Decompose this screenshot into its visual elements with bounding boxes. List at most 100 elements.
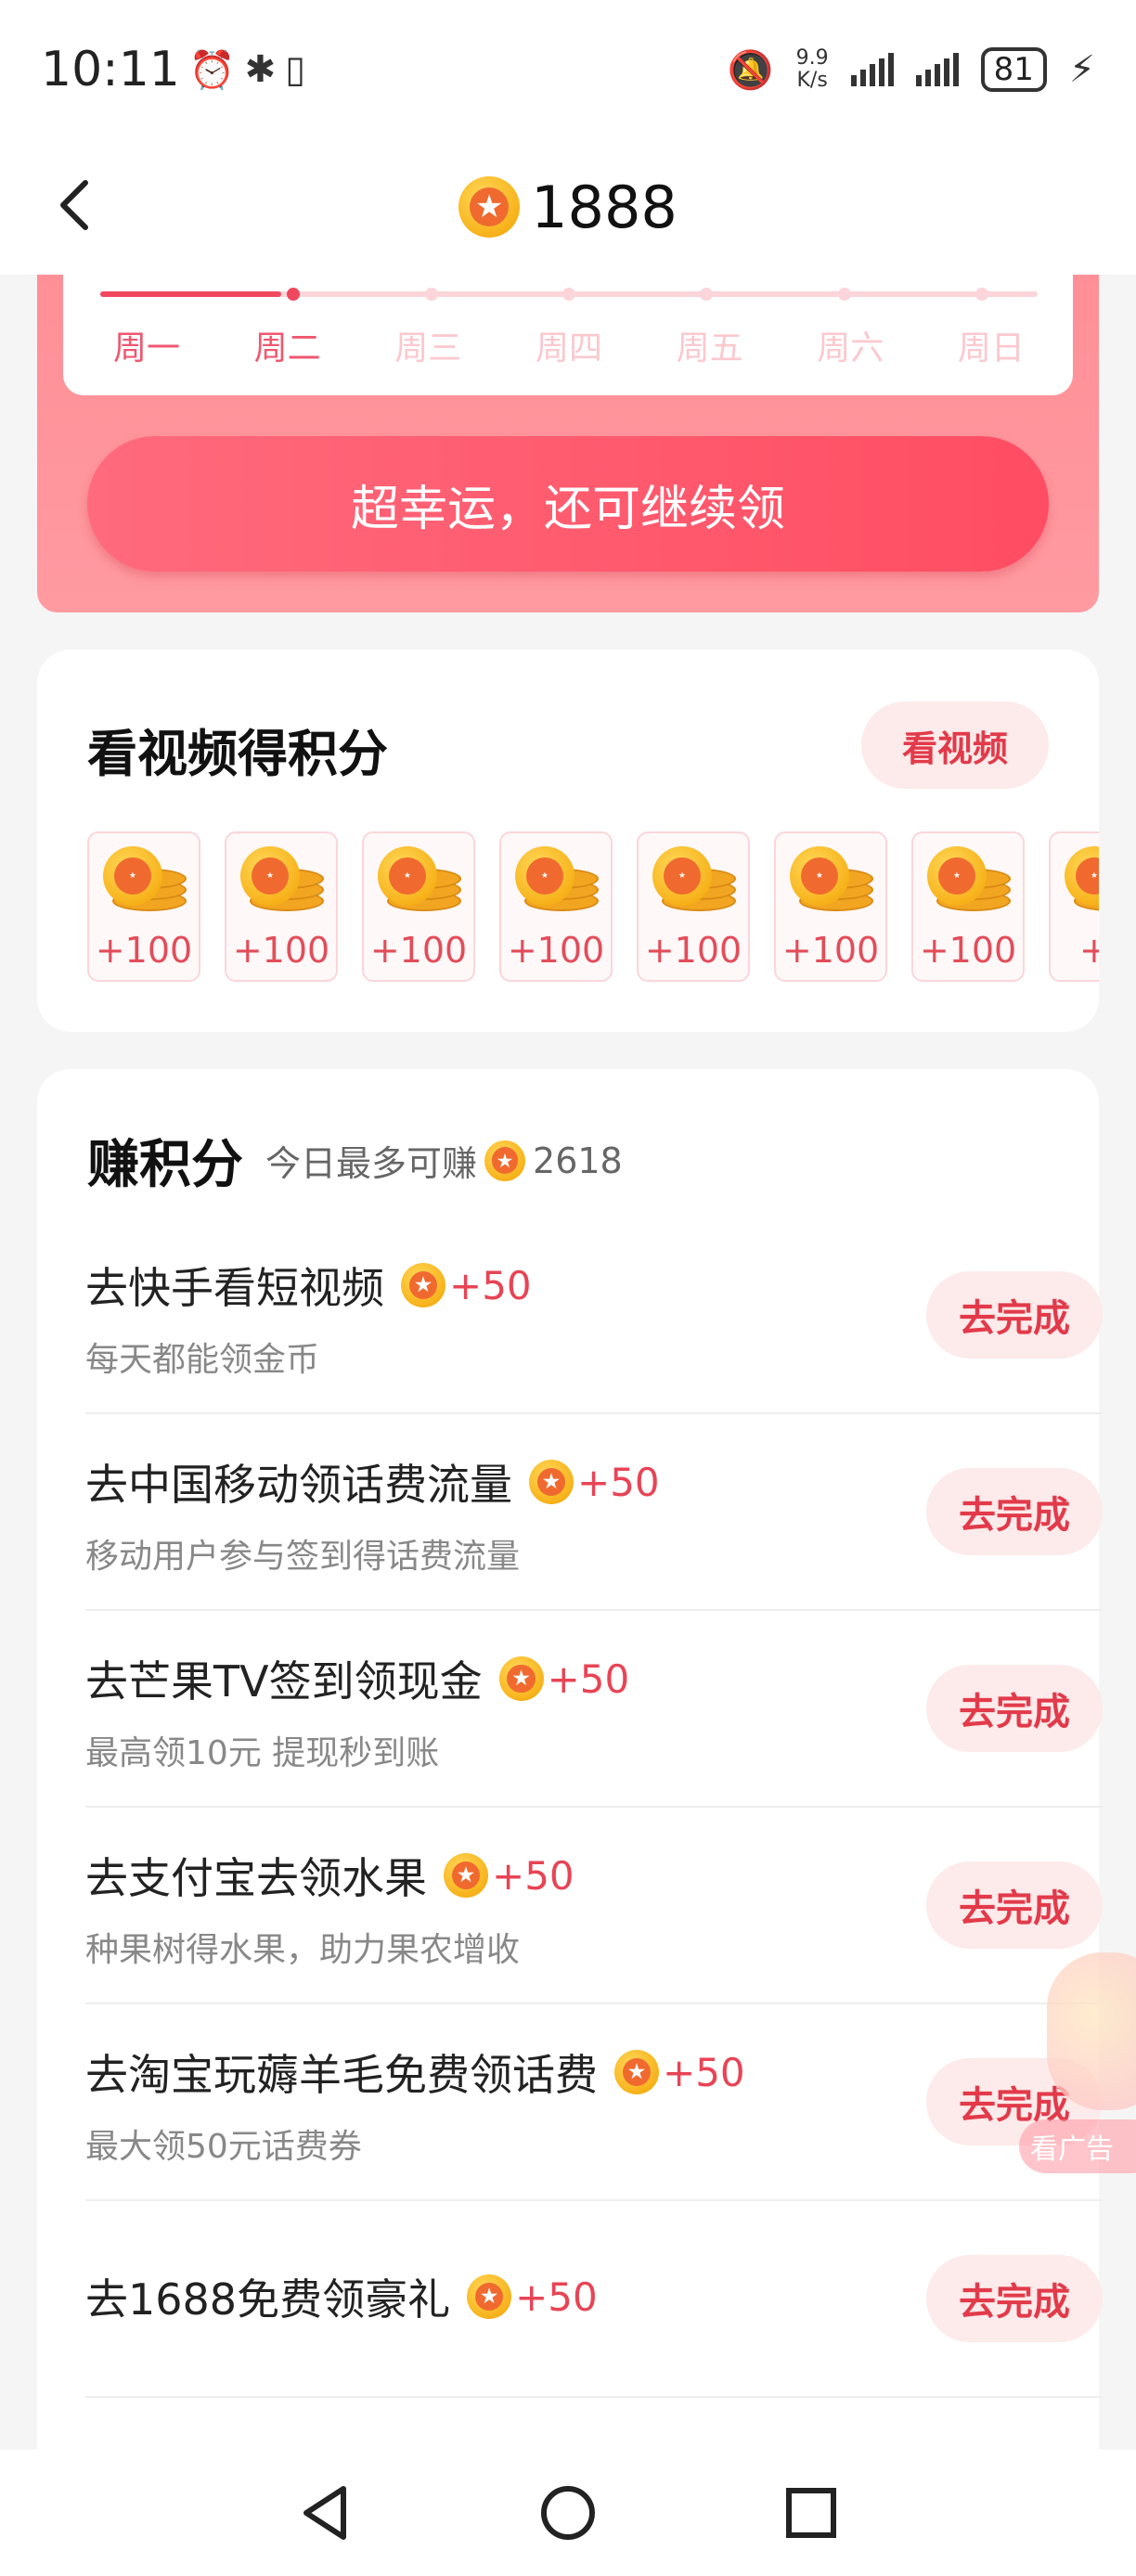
coin-balance-value: 1888: [531, 173, 678, 241]
task-title: 去快手看短视频: [85, 1263, 384, 1313]
reward-tile: +100: [362, 831, 475, 982]
signin-card: 周一 周二 周三 周四 周五 周六 周日 超幸运，还可继续领: [37, 275, 1099, 612]
battery-level: 81: [993, 51, 1034, 88]
nav-back-button[interactable]: [292, 2480, 357, 2545]
task-bonus-value: +50: [663, 2049, 745, 2095]
back-button[interactable]: [56, 173, 111, 238]
coin-stack-icon: [1061, 846, 1099, 913]
signal-icon: [850, 53, 894, 86]
reward-tile: +100: [774, 831, 887, 982]
reward-amount: +1: [1078, 930, 1099, 971]
coin-stack-icon: [786, 846, 875, 913]
earn-max-points: 2618: [533, 1140, 623, 1181]
circle-home-icon: [541, 2486, 595, 2540]
task-title: 去支付宝去领水果: [85, 1853, 427, 1903]
video-title: 看视频得积分: [87, 725, 388, 783]
week-dot: [975, 288, 988, 301]
net-speed-unit: K/s: [796, 69, 828, 92]
task-bonus: +50: [444, 1853, 574, 1899]
task-row: 去芒果TV签到领现金 +50 最高领10元 提现秒到账 去完成: [85, 1611, 1103, 1808]
task-bonus: +50: [498, 1656, 629, 1702]
coin-stack-icon: [99, 846, 188, 913]
task-desc: 最高领10元 提现秒到账: [85, 1734, 440, 1772]
floating-ad-badge[interactable]: 看广告: [1019, 1952, 1136, 2184]
week-progress: 周一 周二 周三 周四 周五 周六 周日: [63, 275, 1073, 395]
coin-icon: [652, 846, 712, 906]
task-complete-button[interactable]: 去完成: [926, 1271, 1103, 1359]
chevron-left-icon: [60, 180, 88, 230]
watch-video-button[interactable]: 看视频: [861, 702, 1049, 789]
task-title: 去中国移动领话费流量: [85, 1460, 512, 1510]
task-complete-button[interactable]: 去完成: [926, 1861, 1103, 1949]
task-bonus-value: +50: [577, 1459, 660, 1505]
week-day-label: 周五: [676, 329, 743, 367]
task-title-row: 去快手看短视频 +50: [85, 1255, 532, 1316]
week-dot: [562, 288, 575, 301]
coin-stack-icon: [374, 846, 463, 913]
earn-card: 赚积分 今日最多可赚 2618 去快手看短视频+50每天都能领金币去完成去中国移…: [37, 1069, 1103, 2576]
reward-tile: +100: [637, 831, 750, 982]
task-row: 去快手看短视频 +50 每天都能领金币 去完成: [85, 1217, 1103, 1414]
coin-icon: [458, 176, 521, 238]
task-bonus-value: +50: [449, 1262, 532, 1308]
coin-balance: 1888: [458, 174, 678, 241]
coin-icon: [401, 1263, 445, 1307]
earn-header: 赚积分 今日最多可赚 2618: [87, 1123, 623, 1198]
week-dot: [700, 288, 714, 301]
battery-icon: 81: [980, 47, 1047, 92]
signal-icon-2: [915, 53, 959, 86]
nav-home-button[interactable]: [536, 2480, 600, 2545]
reward-amount: +100: [919, 930, 1017, 971]
reward-tile: +100: [911, 831, 1025, 982]
charging-icon: ⚡: [1068, 48, 1095, 91]
continue-claim-button[interactable]: 超幸运，还可继续领: [87, 436, 1049, 572]
reward-tile: +1: [1049, 831, 1099, 982]
task-desc: 种果树得水果，助力果农增收: [85, 1931, 521, 1969]
reward-amount: +100: [781, 930, 880, 971]
task-title: 去芒果TV签到领现金: [85, 1656, 483, 1707]
week-day-label: 周六: [817, 329, 884, 367]
week-day-label: 周一: [112, 329, 180, 367]
week-dot: [837, 288, 851, 301]
nav-recents-button[interactable]: [779, 2480, 844, 2545]
week-day-label: 周三: [394, 329, 462, 367]
earn-subtitle-text: 今日最多可赚: [265, 1143, 478, 1184]
task-title-row: 去1688免费领豪礼 +50: [85, 2266, 598, 2327]
header: 1888: [0, 139, 1136, 275]
video-card: 看视频得积分 看视频 +100+100+100+100+100+100+100+…: [37, 650, 1099, 1032]
reward-amount: +100: [369, 930, 468, 971]
task-row: 去淘宝玩薅羊毛免费领话费+50最大领50元话费券去完成: [85, 2004, 1103, 2201]
coin-icon: [529, 1460, 574, 1504]
week-dot: [424, 288, 438, 301]
task-title-row: 去中国移动领话费流量 +50: [85, 1451, 660, 1513]
coin-icon: [790, 846, 849, 906]
task-complete-button[interactable]: 去完成: [926, 1468, 1103, 1555]
earn-title: 赚积分: [87, 1135, 243, 1195]
task-desc: 每天都能领金币: [85, 1341, 320, 1379]
earn-subtitle: 今日最多可赚 2618: [265, 1135, 623, 1186]
task-row: 去支付宝去领水果 +50 种果树得水果，助力果农增收 去完成: [85, 1808, 1103, 2004]
week-track-fill: [100, 291, 281, 297]
gift-icon: [1047, 1952, 1136, 2110]
net-speed: 9.9 K/s: [796, 47, 829, 92]
reward-tile: +100: [87, 831, 200, 982]
week-day-label: 周四: [535, 329, 602, 367]
task-bonus: +50: [467, 2274, 598, 2320]
task-complete-button[interactable]: 去完成: [926, 1665, 1103, 1752]
task-title: 去淘宝玩薅羊毛免费领话费: [85, 2050, 598, 2100]
task-row: 去中国移动领话费流量 +50 移动用户参与签到得话费流量 去完成: [85, 1414, 1103, 1611]
alarm-icon: ⏰: [188, 48, 236, 92]
reward-amount: +100: [232, 930, 330, 971]
system-nav-bar: [0, 2450, 1136, 2576]
week-dot: [287, 288, 301, 301]
task-bonus: +50: [614, 2050, 745, 2095]
coin-icon: [484, 1140, 526, 1181]
week-day-label: 周二: [253, 329, 321, 367]
task-title: 去1688免费领豪礼: [85, 2274, 451, 2325]
reward-tile: +100: [499, 831, 613, 982]
task-desc: 移动用户参与签到得话费流量: [85, 1538, 521, 1576]
coin-icon: [444, 1853, 488, 1898]
task-title-row: 去支付宝去领水果 +50: [85, 1845, 574, 1906]
coin-icon: [515, 846, 574, 906]
task-complete-button[interactable]: 去完成: [926, 2255, 1103, 2342]
